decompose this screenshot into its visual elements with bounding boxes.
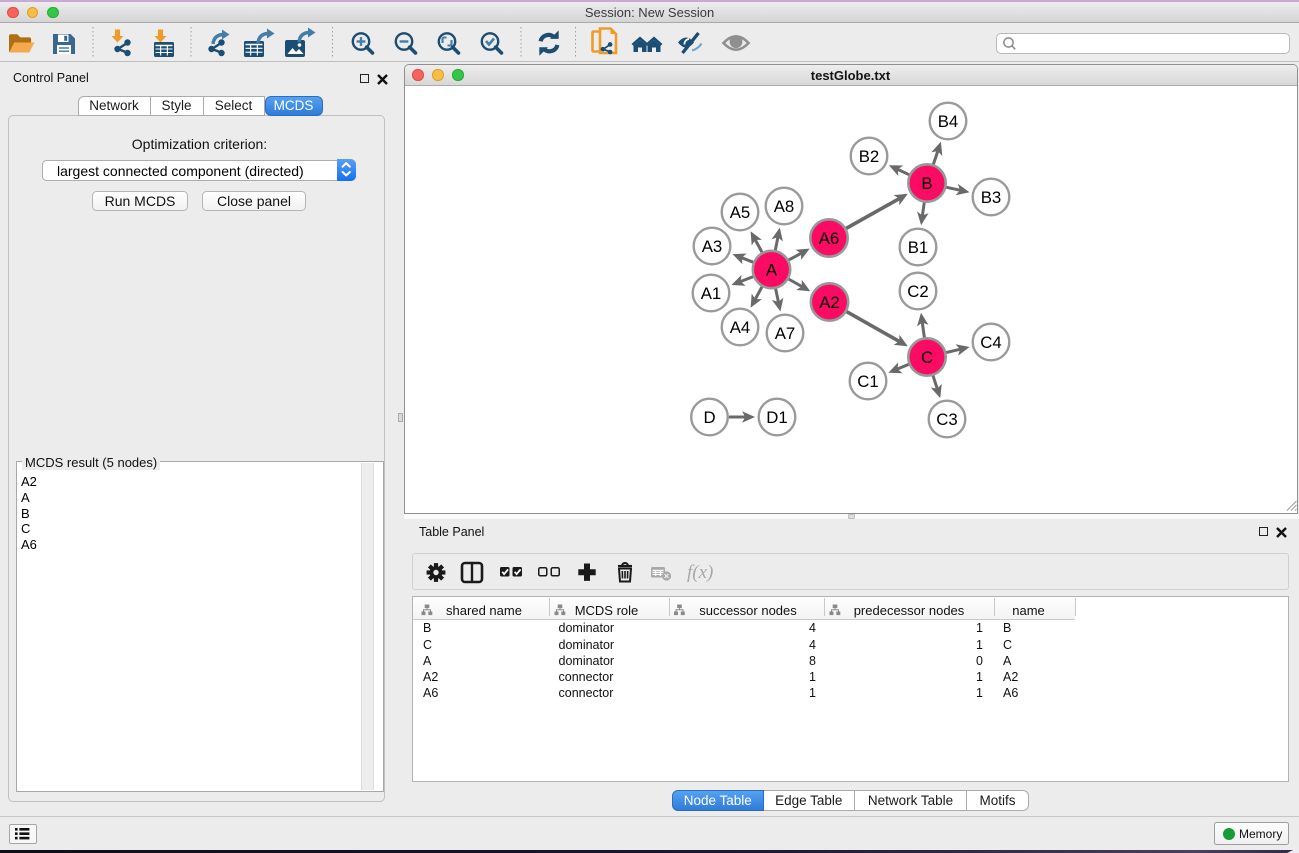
svg-text:C4: C4 [980, 333, 1001, 352]
svg-text:A5: A5 [730, 203, 751, 222]
svg-text:C2: C2 [907, 282, 928, 301]
svg-text:C: C [921, 348, 933, 367]
svg-text:A1: A1 [701, 284, 722, 303]
svg-text:A4: A4 [730, 318, 751, 337]
svg-text:D: D [703, 408, 715, 427]
svg-text:B1: B1 [908, 238, 929, 257]
svg-text:A6: A6 [819, 229, 840, 248]
svg-text:B: B [921, 174, 932, 193]
svg-text:A3: A3 [702, 237, 723, 256]
svg-text:B3: B3 [981, 188, 1002, 207]
svg-text:A7: A7 [775, 324, 796, 343]
svg-text:B4: B4 [938, 112, 959, 131]
svg-text:C3: C3 [936, 410, 957, 429]
svg-text:A8: A8 [774, 197, 795, 216]
svg-text:C1: C1 [857, 372, 878, 391]
svg-text:B2: B2 [859, 147, 880, 166]
svg-text:A2: A2 [819, 293, 840, 312]
svg-text:A: A [766, 261, 778, 280]
svg-text:D1: D1 [766, 408, 787, 427]
